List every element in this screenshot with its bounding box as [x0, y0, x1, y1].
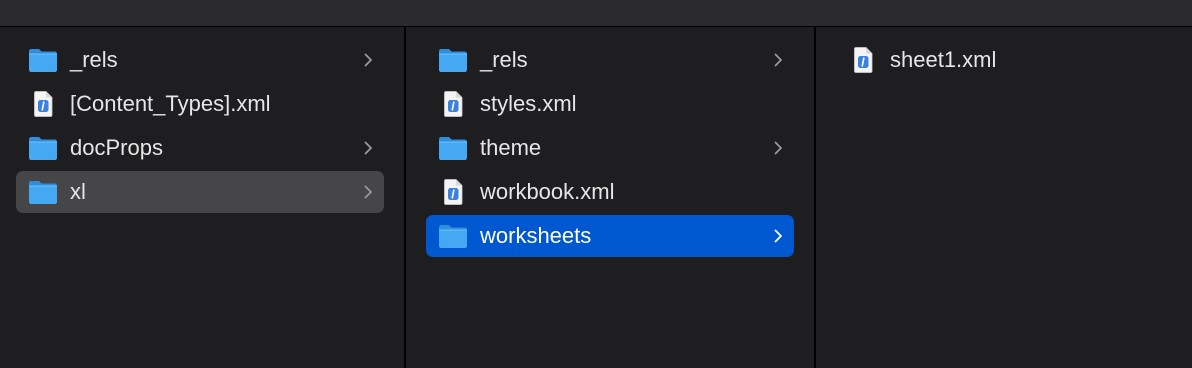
folder-icon — [438, 47, 468, 73]
xml-file-icon — [438, 91, 468, 117]
finder-window: _rels [Content_Types].xml docProps xl _r… — [0, 0, 1192, 368]
xml-file-icon — [438, 179, 468, 205]
xml-file-icon — [848, 47, 878, 73]
row-rels[interactable]: _rels — [16, 39, 384, 81]
item-label: _rels — [480, 47, 528, 72]
item-label: docProps — [70, 135, 163, 160]
row-xl[interactable]: xl — [16, 171, 384, 213]
folder-icon — [28, 47, 58, 73]
row-styles-xml[interactable]: styles.xml — [426, 83, 794, 125]
column-3[interactable]: sheet1.xml — [816, 27, 1192, 368]
folder-icon — [438, 135, 468, 161]
chevron-right-icon — [772, 228, 784, 244]
chevron-right-icon — [772, 52, 784, 68]
column-1[interactable]: _rels [Content_Types].xml docProps xl — [0, 27, 404, 368]
item-label: _rels — [70, 47, 118, 72]
item-label: styles.xml — [480, 91, 577, 116]
row-workbook-xml[interactable]: workbook.xml — [426, 171, 794, 213]
row-content-types-xml[interactable]: [Content_Types].xml — [16, 83, 384, 125]
chevron-right-icon — [362, 140, 374, 156]
item-label: sheet1.xml — [890, 47, 997, 72]
toolbar — [0, 0, 1192, 27]
item-label: xl — [70, 179, 86, 204]
row-sheet1-xml[interactable]: sheet1.xml — [836, 39, 1176, 81]
row-rels[interactable]: _rels — [426, 39, 794, 81]
row-theme[interactable]: theme — [426, 127, 794, 169]
chevron-right-icon — [362, 52, 374, 68]
item-label: theme — [480, 135, 542, 160]
chevron-right-icon — [362, 184, 374, 200]
folder-icon — [438, 223, 468, 249]
item-label: worksheets — [480, 223, 592, 248]
chevron-right-icon — [772, 140, 784, 156]
row-docprops[interactable]: docProps — [16, 127, 384, 169]
xml-file-icon — [28, 91, 58, 117]
item-label: workbook.xml — [480, 179, 615, 204]
folder-icon — [28, 179, 58, 205]
item-label: [Content_Types].xml — [70, 91, 271, 116]
folder-icon — [28, 135, 58, 161]
row-worksheets[interactable]: worksheets — [426, 215, 794, 257]
column-2[interactable]: _rels styles.xml theme workbook.xml work… — [406, 27, 814, 368]
